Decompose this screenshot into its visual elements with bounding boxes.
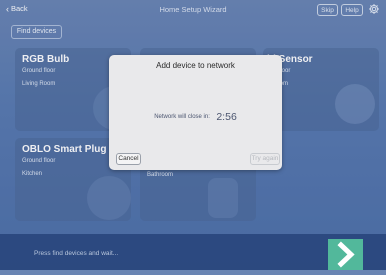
next-button[interactable] [328,239,363,270]
try-again-button[interactable]: Try again [250,153,280,165]
countdown-value: 2:56 [216,110,237,123]
countdown: Network will close in: 2:56 [109,108,282,126]
modal-title: Add device to network [156,61,235,70]
countdown-label: Network will close in: [154,113,210,120]
add-device-modal: Add device to network Network will close… [109,55,282,170]
chevron-right-icon [337,241,355,268]
cancel-button[interactable]: Cancel [116,153,141,165]
status-text: Press find devices and wait... [34,250,119,257]
